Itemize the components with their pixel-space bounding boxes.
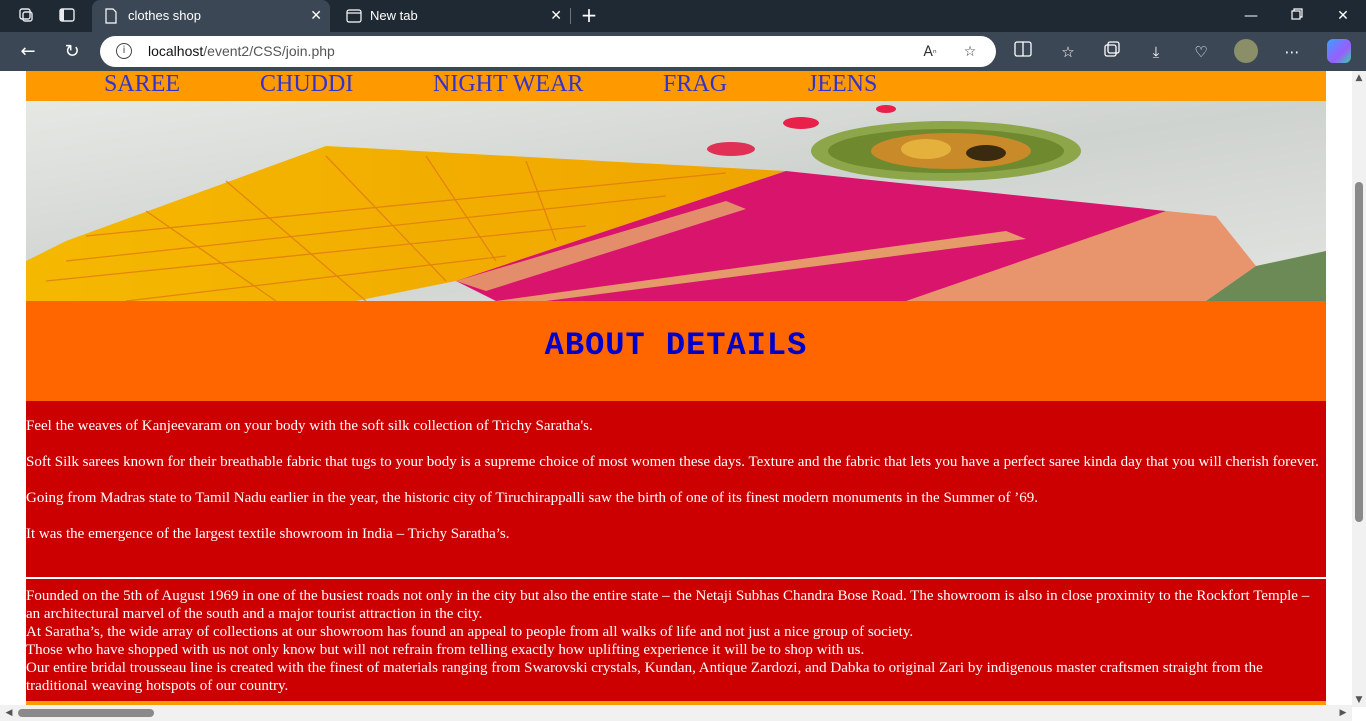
close-icon[interactable]: ✕ [550,6,562,26]
minimize-icon[interactable]: — [1239,6,1263,26]
more-icon[interactable]: ⋯ [1280,40,1304,64]
url-host: localhost [148,43,204,59]
scroll-up-icon[interactable]: ▲ [1352,71,1366,85]
history-line: Founded on the 5th of August 1969 in one… [26,588,1310,622]
page-content: SAREE CHUDDI NIGHT WEAR FRAG JEENS ABOUT… [26,71,1326,707]
new-tab-button[interactable]: + [578,4,600,26]
about-heading: ABOUT DETAILS [544,327,808,364]
refresh-icon[interactable]: ↻ [60,40,84,64]
menu-item-frag[interactable]: FRAG [663,71,727,97]
history-line: Those who have shopped with us not only … [26,642,865,658]
horizontal-scrollbar[interactable]: ◀ ▶ [0,705,1352,721]
address-bar[interactable]: i localhost/event2/CSS/join.php Aⁿ ☆ [100,36,996,67]
history-line: At Saratha’s, the wide array of collecti… [26,624,914,640]
info-icon[interactable]: i [116,43,132,59]
tab-new-tab[interactable]: New tab ✕ [334,0,570,32]
avatar[interactable] [1234,39,1258,63]
tab-actions-icon[interactable] [57,6,77,26]
split-screen-icon[interactable] [1011,40,1035,64]
read-aloud-icon[interactable]: Aⁿ [920,42,940,62]
menu-item-jeens[interactable]: JEENS [808,71,877,97]
about-heading-band: ABOUT DETAILS [26,301,1326,401]
favorites-icon[interactable]: ☆ [1056,40,1080,64]
browser-essentials-icon[interactable]: ♡ [1189,40,1213,64]
page-viewport: SAREE CHUDDI NIGHT WEAR FRAG JEENS ABOUT… [0,71,1366,721]
history-line: Our entire bridal trousseau line is crea… [26,660,1263,694]
new-tab-icon [346,8,362,24]
close-window-icon[interactable]: ✕ [1331,6,1355,26]
vertical-scroll-thumb[interactable] [1355,182,1363,522]
tab-divider [570,8,571,24]
about-intro-section: Feel the weaves of Kanjeevaram on your b… [26,401,1326,577]
page-icon [104,8,118,24]
tab-title: New tab [370,8,418,23]
scroll-left-icon[interactable]: ◀ [2,706,16,720]
back-arrow-icon[interactable]: ← [16,40,40,64]
close-icon[interactable]: ✕ [310,6,322,26]
about-paragraph: Soft Silk sarees known for their breatha… [26,454,1319,470]
tab-title: clothes shop [128,8,201,23]
about-history-section: Founded on the 5th of August 1969 in one… [26,579,1326,701]
collections-icon[interactable] [1100,40,1124,64]
copilot-icon[interactable] [1327,39,1351,63]
top-menu: SAREE CHUDDI NIGHT WEAR FRAG JEENS [26,71,1326,101]
scroll-right-icon[interactable]: ▶ [1336,706,1350,720]
tab-bar: clothes shop ✕ New tab ✕ + — ✕ [0,0,1366,32]
horizontal-scroll-thumb[interactable] [18,709,154,717]
tab-clothes-shop[interactable]: clothes shop ✕ [92,0,330,32]
star-icon[interactable]: ☆ [960,42,980,62]
about-paragraph: Going from Madras state to Tamil Nadu ea… [26,490,1039,506]
scroll-down-icon[interactable]: ▼ [1352,693,1366,707]
about-paragraph: Feel the weaves of Kanjeevaram on your b… [26,418,593,434]
about-paragraph: It was the emergence of the largest text… [26,526,510,542]
menu-item-saree[interactable]: SAREE [104,71,180,97]
workspaces-icon[interactable] [16,6,36,26]
menu-item-night-wear[interactable]: NIGHT WEAR [433,71,583,97]
download-icon[interactable]: ⤓ [1144,40,1168,64]
menu-item-chuddi[interactable]: CHUDDI [260,71,353,97]
vertical-scrollbar[interactable]: ▲ ▼ [1352,71,1366,707]
url-path: /event2/CSS/join.php [203,43,335,59]
browser-toolbar: ← ↻ i localhost/event2/CSS/join.php Aⁿ ☆… [0,32,1366,71]
saree-banner-image [26,101,1326,301]
url-text[interactable]: localhost/event2/CSS/join.php [148,43,335,60]
restore-icon[interactable] [1285,6,1309,26]
